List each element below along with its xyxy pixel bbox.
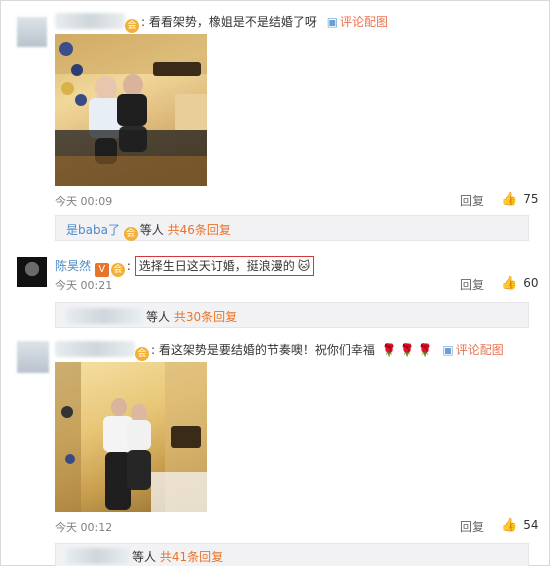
reply-button[interactable]: 回复	[460, 276, 484, 293]
more-replies-link[interactable]: 共30条回复	[174, 310, 237, 324]
sub-replies[interactable]: 等人 共41条回复	[55, 543, 529, 566]
comment-text: 看看架势，橡姐是不是结婚了呀	[148, 15, 317, 29]
comment-line: 陈昊然 V会: 选择生日这天订婚，挺浪漫的 🐱	[55, 256, 315, 277]
sub-reply-user-blurred[interactable]	[66, 308, 142, 324]
thumb-up-icon: 👍	[501, 192, 518, 207]
highlighted-comment-text: 选择生日这天订婚，挺浪漫的 🐱	[134, 256, 315, 276]
comment-image-link[interactable]: ▣ 评论配图	[327, 15, 388, 29]
sub-reply-user[interactable]: 是baba了	[66, 223, 120, 237]
vip-icon: 会	[135, 347, 149, 361]
avatar[interactable]	[17, 17, 47, 47]
v-badge-icon: V	[94, 263, 109, 277]
comment-line: 会: 看看架势，橡姐是不是结婚了呀 ▣ 评论配图	[125, 13, 388, 33]
thumb-up-icon: 👍	[501, 518, 518, 533]
image-icon: ▣	[326, 15, 339, 29]
comment-image[interactable]	[55, 34, 207, 186]
avatar[interactable]	[17, 341, 49, 373]
timestamp: 今天 00:21	[55, 279, 113, 292]
comment-line: 会: 看这架势是要结婚的节奏噢！祝你们幸福 🌹 🌹 🌹 ▣ 评论配图	[135, 341, 504, 361]
username-blurred[interactable]	[55, 13, 125, 29]
comment-image-link[interactable]: ▣ 评论配图	[442, 343, 503, 357]
thumb-up-icon: 👍	[501, 276, 518, 291]
timestamp: 今天 00:12	[55, 521, 113, 534]
rose-icon: 🌹	[417, 343, 433, 357]
vip-icon: 会	[125, 19, 139, 33]
timestamp: 今天 00:09	[55, 195, 113, 208]
vip-icon: 会	[110, 263, 125, 277]
reply-button[interactable]: 回复	[460, 518, 484, 535]
comment-list: 会: 看看架势，橡姐是不是结婚了呀 ▣ 评论配图 今天 00:09 回复 👍 75 …	[0, 0, 550, 566]
rose-icon: 🌹	[381, 343, 397, 357]
rose-icon: 🌹	[399, 343, 415, 357]
sub-replies[interactable]: 是baba了 会等人 共46条回复	[55, 215, 529, 241]
like-button[interactable]: 👍 75	[501, 192, 538, 207]
more-replies-link[interactable]: 共41条回复	[160, 550, 223, 564]
like-button[interactable]: 👍 60	[501, 276, 538, 291]
comment-text: 看这架势是要结婚的节奏噢！祝你们幸福	[158, 343, 375, 357]
emoji-icon: 🐱	[297, 259, 311, 273]
like-button[interactable]: 👍 54	[501, 518, 538, 533]
sub-reply-user-blurred[interactable]	[66, 548, 130, 564]
image-icon: ▣	[442, 343, 454, 357]
username-blurred[interactable]	[55, 341, 135, 357]
reply-button[interactable]: 回复	[460, 192, 484, 209]
more-replies-link[interactable]: 共46条回复	[168, 223, 231, 237]
vip-icon: 会	[123, 227, 138, 241]
sub-replies[interactable]: 等人 共30条回复	[55, 302, 529, 328]
username[interactable]: 陈昊然	[55, 259, 91, 273]
comment-image[interactable]	[55, 362, 207, 512]
avatar[interactable]	[17, 257, 47, 287]
